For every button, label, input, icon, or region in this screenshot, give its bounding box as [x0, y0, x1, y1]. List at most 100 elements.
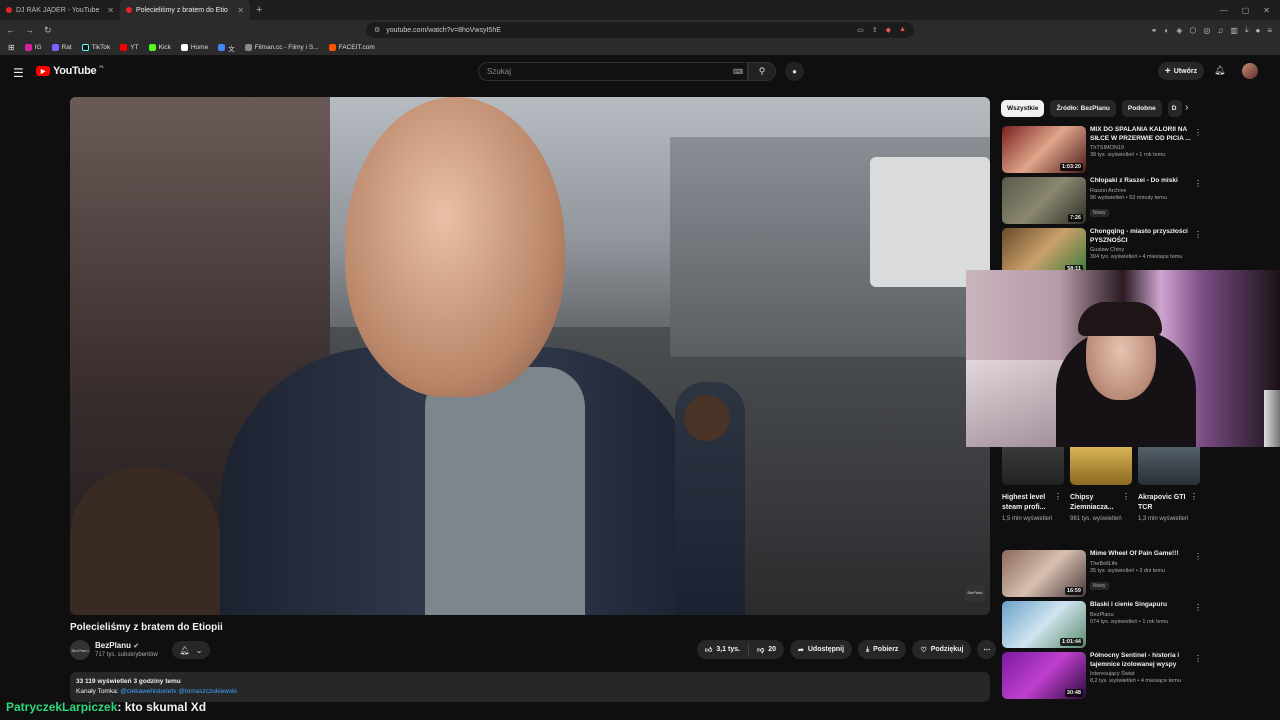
- video-thumbnail[interactable]: 1:03:20: [1002, 126, 1086, 173]
- install-app-icon[interactable]: ▭: [857, 26, 864, 34]
- short-item[interactable]: Akrapovic GTI TCR 1,3 mln wyświetleń ⋮: [1138, 447, 1200, 523]
- extension-icon[interactable]: ◎: [1203, 26, 1210, 35]
- create-button[interactable]: + Utwórz: [1158, 62, 1204, 80]
- chevron-right-icon[interactable]: ›: [1185, 102, 1188, 113]
- bookmark-filman[interactable]: Filman.cc - Filmy i S...: [244, 44, 319, 51]
- video-title[interactable]: Chongqing - miasto przyszłości PYSZNOŚCI: [1090, 228, 1194, 245]
- channel-name[interactable]: Interesujący Świat: [1090, 671, 1194, 677]
- share-icon[interactable]: ⇪: [872, 26, 878, 34]
- extension-icon[interactable]: ◐: [1164, 26, 1169, 35]
- more-vert-icon[interactable]: ⋮: [1122, 492, 1130, 501]
- recommended-video[interactable]: 30:48 Północny Sentinel - historia i taje…: [1002, 652, 1202, 699]
- recommended-video[interactable]: 1:03:20 MIX DO SPALANIA KALORII NA SIŁCE …: [1002, 126, 1202, 173]
- channel-links[interactable]: @ciekawehistorietv @tomaszczukiewski: [120, 688, 237, 695]
- chip-all[interactable]: Wszystkie: [1001, 100, 1045, 117]
- bookmark-translate[interactable]: 文: [218, 43, 235, 53]
- extension-icon[interactable]: ⬡: [1189, 26, 1196, 35]
- video-player[interactable]: BezPlanu: [70, 97, 990, 615]
- hamburger-menu-icon[interactable]: ☰: [13, 66, 24, 80]
- short-item[interactable]: Highest level steam profi... 1,5 mln wyś…: [1002, 447, 1064, 523]
- extension-icon[interactable]: ◈: [1176, 26, 1182, 35]
- more-vert-icon[interactable]: ⋮: [1190, 492, 1198, 501]
- channel-name[interactable]: Gustaw Chiny: [1090, 247, 1194, 253]
- short-item[interactable]: Chipsy Ziemniacza... 981 tys. wyświetleń…: [1070, 447, 1132, 523]
- more-vert-icon[interactable]: ⋮: [1194, 603, 1202, 612]
- browser-tab-2[interactable]: Polecieliśmy z bratem do Etio ✕: [120, 0, 250, 20]
- channel-watermark[interactable]: BezPlanu: [965, 585, 985, 601]
- bookmark-faceit[interactable]: FACEIT.com: [328, 44, 375, 51]
- video-title[interactable]: Blaski i cienie Singapuru: [1090, 601, 1194, 610]
- video-title[interactable]: MIX DO SPALANIA KALORII NA SIŁCE W PRZER…: [1090, 126, 1194, 143]
- new-tab-button[interactable]: +: [250, 4, 268, 16]
- share-button[interactable]: ➦ Udostępnij: [789, 640, 853, 659]
- close-tab-icon[interactable]: ✕: [107, 6, 114, 15]
- apps-icon[interactable]: ⊞: [8, 43, 15, 52]
- video-title[interactable]: Mime Wheel Of Pain Game!!!: [1090, 550, 1194, 559]
- video-thumbnail[interactable]: 58:11: [1002, 228, 1086, 275]
- download-icon[interactable]: ⤓: [1245, 25, 1249, 35]
- more-actions-button[interactable]: ⋯: [977, 640, 997, 659]
- reload-icon[interactable]: ↻: [44, 25, 52, 36]
- more-vert-icon[interactable]: ⋮: [1194, 552, 1202, 561]
- sidebar-icon[interactable]: ▥: [1230, 26, 1238, 35]
- search-button[interactable]: ⚲: [748, 62, 776, 81]
- bookmark-home[interactable]: Home: [180, 44, 208, 51]
- video-thumbnail[interactable]: 30:48: [1002, 652, 1086, 699]
- recommended-video[interactable]: 16:59 Mime Wheel Of Pain Game!!! TheBellLi…: [1002, 550, 1202, 597]
- close-tab-icon[interactable]: ✕: [237, 6, 244, 15]
- download-button[interactable]: ⤓ Pobierz: [858, 640, 907, 659]
- address-bar[interactable]: ⚙ youtube.com/watch?v=8hoVwsyI5hE ▭ ⇪ ◆ …: [366, 22, 914, 38]
- more-vert-icon[interactable]: ⋮: [1054, 492, 1062, 501]
- browser-tab-1[interactable]: DJ RAK JĄDER - YouTube ✕: [0, 0, 120, 20]
- more-vert-icon[interactable]: ⋮: [1194, 128, 1202, 137]
- forward-icon[interactable]: →: [25, 25, 34, 35]
- bookmark-ig[interactable]: IG: [24, 44, 42, 51]
- profile-icon[interactable]: ●: [1255, 26, 1260, 35]
- dislike-button[interactable]: 👎︎ 20: [749, 640, 784, 659]
- bookmark-yt[interactable]: YT: [120, 44, 139, 51]
- alert-icon[interactable]: ▲: [899, 26, 906, 34]
- extension-icon[interactable]: ⚭: [1151, 26, 1158, 35]
- video-thumbnail[interactable]: 16:59: [1002, 550, 1086, 597]
- recommended-video[interactable]: 1:01:44 Blaski i cienie Singapuru BezPlanu…: [1002, 601, 1202, 648]
- notifications-bell-icon[interactable]: 🔔︎: [1214, 65, 1225, 76]
- chip-source[interactable]: Źródło: BezPlanu: [1050, 100, 1116, 117]
- music-icon[interactable]: ♫: [1217, 26, 1223, 35]
- account-avatar[interactable]: [1242, 63, 1258, 79]
- subscription-bell-button[interactable]: 🔔︎ ⌄: [172, 641, 210, 659]
- channel-name[interactable]: BezPlanu: [1090, 612, 1194, 618]
- site-info-icon[interactable]: ⚙: [374, 26, 380, 34]
- menu-icon[interactable]: ≡: [1267, 26, 1272, 35]
- channel-name[interactable]: Raszei Archive: [1090, 188, 1194, 194]
- scrollbar[interactable]: [1274, 60, 1278, 700]
- channel-avatar[interactable]: BezPlanu: [70, 640, 90, 660]
- channel-name[interactable]: BezPlanu ✔: [95, 641, 139, 650]
- back-icon[interactable]: ←: [6, 25, 15, 35]
- more-vert-icon[interactable]: ⋮: [1194, 179, 1202, 188]
- video-title[interactable]: Chłopaki z Raszei - Do miski: [1090, 177, 1194, 186]
- video-thumbnail[interactable]: 1:01:44: [1002, 601, 1086, 648]
- youtube-logo[interactable]: ▶ YouTube PL: [36, 64, 104, 77]
- voice-search-button[interactable]: ●: [785, 62, 804, 81]
- video-title[interactable]: Północny Sentinel - historia i tajemnice…: [1090, 652, 1194, 669]
- close-window-icon[interactable]: ✕: [1263, 6, 1270, 15]
- more-vert-icon[interactable]: ⋮: [1194, 230, 1202, 239]
- chip-related[interactable]: Podobne: [1121, 100, 1162, 117]
- recommended-video[interactable]: 58:11 Chongqing - miasto przyszłości PYSZ…: [1002, 228, 1202, 275]
- chip-more[interactable]: D: [1167, 100, 1182, 117]
- video-description[interactable]: 33 119 wyświetleń 3 godziny temu Kanały …: [70, 672, 990, 702]
- like-button[interactable]: 👍︎ 3,1 tys.: [697, 640, 748, 659]
- bookmark-tiktok[interactable]: TikTok: [81, 44, 110, 51]
- recommended-video[interactable]: 7:26 Chłopaki z Raszei - Do miski Raszei A…: [1002, 177, 1202, 224]
- keyboard-icon[interactable]: ⌨: [733, 68, 743, 76]
- short-thumbnail[interactable]: [1138, 447, 1200, 485]
- short-thumbnail[interactable]: [1002, 447, 1064, 485]
- channel-name[interactable]: ThTSIMON19: [1090, 145, 1194, 151]
- search-input[interactable]: Szukaj ⌨: [478, 62, 748, 81]
- channel-name[interactable]: TheBellLife: [1090, 561, 1194, 567]
- more-vert-icon[interactable]: ⋮: [1194, 654, 1202, 663]
- minimize-icon[interactable]: —: [1220, 6, 1228, 15]
- bookmark-kick[interactable]: Kick: [148, 44, 171, 51]
- shield-icon[interactable]: ◆: [886, 26, 891, 34]
- thanks-button[interactable]: ♡ Podziękuj: [912, 640, 972, 659]
